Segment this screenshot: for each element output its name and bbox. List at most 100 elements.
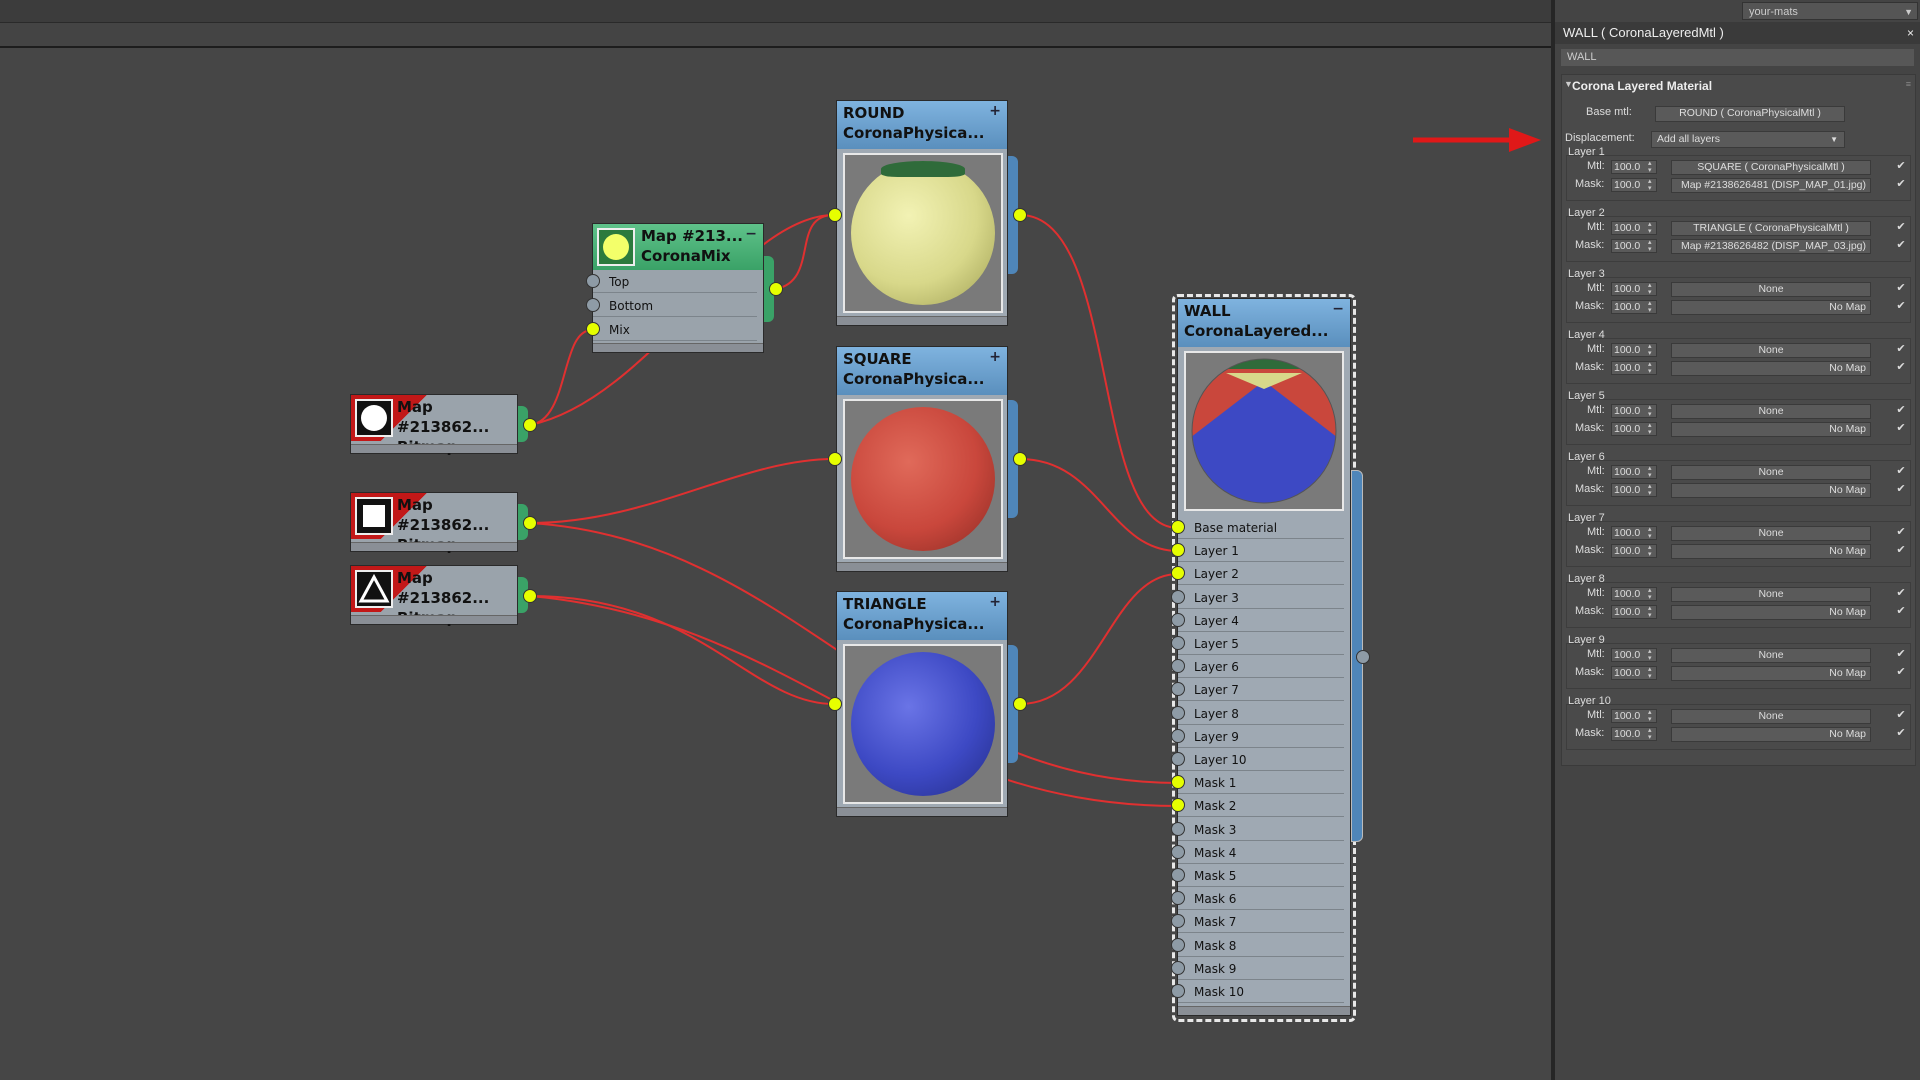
- input-socket[interactable]: [586, 322, 600, 336]
- mtl-amount-spinner[interactable]: 100.0: [1611, 160, 1657, 174]
- output-socket-round[interactable]: [1013, 208, 1027, 222]
- mtl-enabled-checkbox[interactable]: ✔: [1895, 587, 1907, 599]
- layer-mtl-button[interactable]: None: [1671, 526, 1871, 541]
- mtl-amount-spinner[interactable]: 100.0: [1611, 526, 1657, 540]
- node-bitmap-2[interactable]: Map #213862... Bitmap: [350, 492, 518, 554]
- mask-amount-spinner[interactable]: 100.0: [1611, 727, 1657, 741]
- mtl-enabled-checkbox[interactable]: ✔: [1895, 160, 1907, 172]
- layer-mask-button[interactable]: No Map: [1671, 544, 1871, 559]
- slot-row[interactable]: Layer 3: [1178, 587, 1344, 609]
- node-header[interactable]: ROUND CoronaPhysica...: [837, 101, 1007, 149]
- layer-mask-button[interactable]: No Map: [1671, 605, 1871, 620]
- mask-enabled-checkbox[interactable]: ✔: [1895, 361, 1907, 373]
- input-socket-square[interactable]: [828, 452, 842, 466]
- slot-row[interactable]: Layer 1: [1178, 540, 1344, 563]
- mtl-enabled-checkbox[interactable]: ✔: [1895, 343, 1907, 355]
- input-socket[interactable]: [1171, 636, 1185, 650]
- node-round[interactable]: ROUND CoronaPhysica... +: [836, 100, 1008, 326]
- mask-amount-spinner[interactable]: 100.0: [1611, 666, 1657, 680]
- layer-mask-button[interactable]: No Map: [1671, 666, 1871, 681]
- layer-mask-button[interactable]: No Map: [1671, 727, 1871, 742]
- slot-row[interactable]: Layer 8: [1178, 703, 1344, 725]
- mask-enabled-checkbox[interactable]: ✔: [1895, 239, 1907, 251]
- mask-enabled-checkbox[interactable]: ✔: [1895, 300, 1907, 312]
- input-socket[interactable]: [1171, 752, 1185, 766]
- mtl-enabled-checkbox[interactable]: ✔: [1895, 221, 1907, 233]
- mtl-amount-spinner[interactable]: 100.0: [1611, 221, 1657, 235]
- node-bitmap-3[interactable]: Map #213862... Bitmap: [350, 565, 518, 627]
- layer-mtl-button[interactable]: None: [1671, 343, 1871, 358]
- output-socket-square[interactable]: [1013, 452, 1027, 466]
- mtl-enabled-checkbox[interactable]: ✔: [1895, 404, 1907, 416]
- expand-icon[interactable]: +: [989, 594, 1001, 610]
- mtl-enabled-checkbox[interactable]: ✔: [1895, 648, 1907, 660]
- layer-mtl-button[interactable]: None: [1671, 709, 1871, 724]
- slot-row[interactable]: Layer 10: [1178, 749, 1344, 771]
- input-socket[interactable]: [586, 274, 600, 288]
- slot-row[interactable]: Layer 2: [1178, 563, 1344, 586]
- mtl-amount-spinner[interactable]: 100.0: [1611, 343, 1657, 357]
- layer-mtl-button[interactable]: TRIANGLE ( CoronaPhysicalMtl ): [1671, 221, 1871, 236]
- mask-amount-spinner[interactable]: 100.0: [1611, 483, 1657, 497]
- expand-icon[interactable]: +: [989, 349, 1001, 365]
- input-socket[interactable]: [1171, 520, 1185, 534]
- slot-row[interactable]: Layer 9: [1178, 726, 1344, 748]
- mtl-amount-spinner[interactable]: 100.0: [1611, 587, 1657, 601]
- slot-row[interactable]: Mask 7: [1178, 911, 1344, 934]
- mtl-amount-spinner[interactable]: 100.0: [1611, 404, 1657, 418]
- mtl-enabled-checkbox[interactable]: ✔: [1895, 282, 1907, 294]
- mask-enabled-checkbox[interactable]: ✔: [1895, 422, 1907, 434]
- layer-mask-button[interactable]: No Map: [1671, 483, 1871, 498]
- mtl-amount-spinner[interactable]: 100.0: [1611, 648, 1657, 662]
- input-socket[interactable]: [1171, 868, 1185, 882]
- expand-icon[interactable]: +: [989, 103, 1001, 119]
- rollout-title[interactable]: Corona Layered Material: [1572, 79, 1712, 93]
- base-mtl-button[interactable]: ROUND ( CoronaPhysicalMtl ): [1655, 106, 1845, 122]
- layer-mtl-button[interactable]: None: [1671, 648, 1871, 663]
- input-socket[interactable]: [1171, 589, 1185, 604]
- slot-row[interactable]: Mask 4: [1178, 842, 1344, 864]
- slot-row[interactable]: Mask 2: [1178, 795, 1344, 818]
- mask-amount-spinner[interactable]: 100.0: [1611, 361, 1657, 375]
- layer-mtl-button[interactable]: None: [1671, 465, 1871, 480]
- input-socket-triangle[interactable]: [828, 697, 842, 711]
- slot-row[interactable]: Layer 7: [1178, 679, 1344, 702]
- layer-mtl-button[interactable]: None: [1671, 404, 1871, 419]
- slot-row[interactable]: Layer 4: [1178, 610, 1344, 632]
- slot-row[interactable]: Mask 9: [1178, 958, 1344, 980]
- slot-row[interactable]: Base material: [1178, 517, 1344, 539]
- input-socket[interactable]: [1171, 705, 1185, 720]
- material-library-dropdown[interactable]: your-mats ▼: [1742, 2, 1918, 20]
- output-socket-triangle[interactable]: [1013, 697, 1027, 711]
- slot-row[interactable]: Mask 8: [1178, 935, 1344, 957]
- node-header[interactable]: WALL CoronaLayered...: [1178, 299, 1350, 347]
- input-socket[interactable]: [1171, 984, 1185, 998]
- input-socket[interactable]: [586, 298, 600, 312]
- input-socket[interactable]: [1171, 960, 1185, 975]
- collapse-icon[interactable]: −: [745, 226, 757, 242]
- material-name-field[interactable]: WALL: [1561, 49, 1914, 66]
- output-socket-bitmap-2[interactable]: [523, 516, 537, 530]
- slot-row[interactable]: Bottom: [593, 295, 757, 317]
- node-header[interactable]: TRIANGLE CoronaPhysica...: [837, 592, 1007, 640]
- slot-row[interactable]: Top: [593, 271, 757, 293]
- mask-enabled-checkbox[interactable]: ✔: [1895, 544, 1907, 556]
- input-socket[interactable]: [1171, 937, 1185, 952]
- mtl-amount-spinner[interactable]: 100.0: [1611, 465, 1657, 479]
- mtl-amount-spinner[interactable]: 100.0: [1611, 282, 1657, 296]
- mask-amount-spinner[interactable]: 100.0: [1611, 300, 1657, 314]
- mtl-enabled-checkbox[interactable]: ✔: [1895, 709, 1907, 721]
- rollout-menu-icon[interactable]: ≡: [1906, 79, 1911, 89]
- displacement-dropdown[interactable]: Add all layers ▼: [1651, 131, 1845, 148]
- node-triangle[interactable]: TRIANGLE CoronaPhysica... +: [836, 591, 1008, 817]
- layer-mask-button[interactable]: Map #2138626481 (DISP_MAP_01.jpg): [1671, 178, 1871, 193]
- slot-row[interactable]: Mix: [593, 319, 757, 341]
- input-socket[interactable]: [1171, 821, 1185, 836]
- mtl-enabled-checkbox[interactable]: ✔: [1895, 465, 1907, 477]
- mask-amount-spinner[interactable]: 100.0: [1611, 605, 1657, 619]
- mask-enabled-checkbox[interactable]: ✔: [1895, 178, 1907, 190]
- slot-row[interactable]: Mask 1: [1178, 772, 1344, 795]
- close-icon[interactable]: ×: [1907, 22, 1914, 44]
- node-wall[interactable]: WALL CoronaLayered... − Base material Lay…: [1177, 298, 1351, 1016]
- node-square[interactable]: SQUARE CoronaPhysica... +: [836, 346, 1008, 572]
